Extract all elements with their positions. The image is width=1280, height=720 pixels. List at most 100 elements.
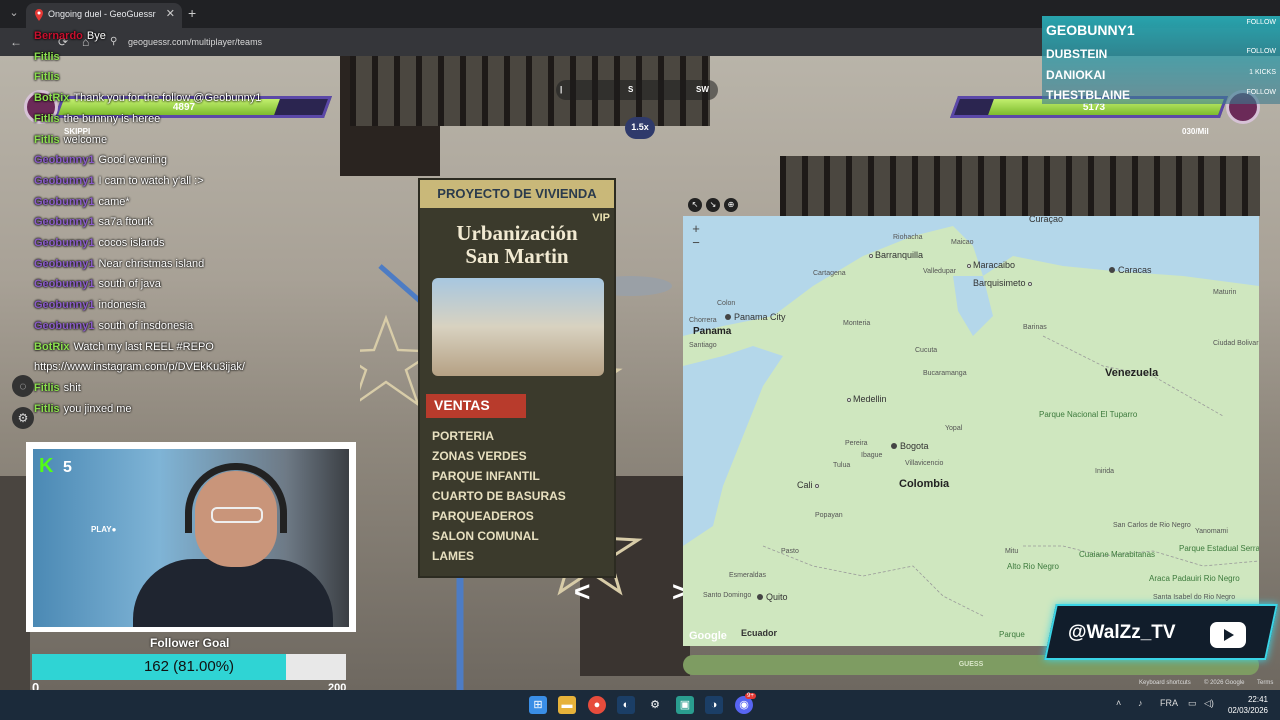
channel-handle: @WalZz_TV [1068, 622, 1176, 643]
back-arrow-icon[interactable]: ← [10, 35, 22, 49]
chat-text: came* [98, 195, 130, 208]
chat-message: Fitlis [34, 51, 64, 63]
follower-goal-text: 162 (81.00%) [143, 658, 235, 675]
keyboard-shortcuts-link[interactable]: Keyboard shortcuts [1139, 680, 1191, 686]
network-icon[interactable]: ▭ [1188, 698, 1197, 709]
map-label: Pereira [845, 440, 868, 447]
map-label: Ciudad Bolivar [1213, 340, 1259, 347]
url-text[interactable]: geoguessr.com/multiplayer/teams [128, 37, 262, 47]
balcony-railing [780, 156, 1260, 216]
map-label: Santa Isabel do Rio Negro [1153, 594, 1236, 601]
follower-tag: FOLLOW [1246, 89, 1276, 96]
map-label-text: Bogota [900, 441, 929, 451]
recent-follows-panel: GEOBUNNY1 FOLLOW DUBSTEIN FOLLOW DANIOKA… [1042, 16, 1280, 104]
map-label: Panama [693, 326, 732, 337]
map-label-text: Barranquilla [875, 250, 924, 260]
banner-item: PARQUE INFANTIL [432, 469, 540, 483]
volume-icon[interactable]: ◁) [1204, 698, 1214, 709]
steam-icon[interactable]: ◐ [617, 696, 635, 714]
chat-message: BotRix Thank you for the follow @Geobunny… [34, 92, 261, 104]
map-zoom-out-icon[interactable]: − [689, 236, 703, 250]
chat-text: south of java [98, 278, 161, 291]
map-label: Mitu [1005, 548, 1019, 555]
settings-icon[interactable]: ⚙ [12, 407, 34, 429]
screen: ⌄ Ongoing duel - GeoGuessr ✕ + ← ⟳ ⌂ ⚲ g… [0, 0, 1280, 720]
taskbar: ⊞ ▬ ● ◐ ⚙ ▣ ◑ ◉ 9+ ˄ ♪ FRA ▭ ◁) 22:41 02… [0, 690, 1280, 720]
guess-map[interactable]: + − Curaçao Riohacha Maicao Barranquilla… [683, 216, 1259, 646]
chat-text: shit [63, 381, 81, 394]
map-label: Tulua [833, 462, 851, 469]
map-label: Maicao [951, 239, 974, 246]
map-enlarge-icon[interactable]: ↖ [688, 198, 702, 212]
app-icon[interactable]: ▣ [676, 696, 694, 714]
start-icon[interactable]: ⊞ [529, 696, 547, 714]
chat-text: sa7a ftourk [98, 216, 153, 229]
steam-alt-icon[interactable]: ◑ [705, 696, 723, 714]
glasses [211, 507, 263, 523]
chair-brand: PLAY● [91, 525, 117, 534]
map-copyright: © 2026 Google [1204, 680, 1245, 686]
map-label: Colombia [899, 478, 950, 490]
file-explorer-icon[interactable]: ▬ [558, 696, 576, 714]
map-label: Cucuta [915, 347, 938, 354]
google-logo: Google [689, 630, 727, 642]
chat-username: Bernardo [34, 30, 83, 42]
map-label: Santiago [689, 342, 717, 349]
settings-gear-icon[interactable]: ⚙ [646, 696, 664, 714]
browser-tab[interactable]: Ongoing duel - GeoGuessr ✕ [26, 3, 182, 28]
map-label: Cali [797, 480, 821, 490]
compass: | S SW [556, 80, 718, 100]
move-arrow-left-icon[interactable]: < [574, 576, 590, 608]
chat-text: Near christmas island [98, 257, 205, 270]
site-info-icon[interactable]: ⚲ [110, 36, 117, 47]
map-label: Bogota [891, 441, 929, 451]
map-label: Pasto [781, 548, 799, 555]
follower-tag: 1 KICKS [1249, 69, 1276, 76]
mic-icon[interactable]: ♪ [1138, 698, 1143, 708]
map-pin-icon[interactable]: ⊕ [724, 198, 738, 212]
chat-text: south of insdonesia [98, 319, 194, 332]
chat-username: Geobunny1 [34, 154, 95, 167]
chat-text: cocos islands [98, 237, 165, 249]
map-zoom-in-icon[interactable]: + [689, 222, 703, 236]
chat-username: Geobunny1 [34, 174, 95, 187]
map-label: Valledupar [923, 268, 956, 275]
map-shrink-icon[interactable]: ↘ [706, 198, 720, 212]
tray-up-icon[interactable]: ˄ [1116, 698, 1121, 708]
chat-username: Geobunny1 [34, 216, 95, 229]
chat-message: Geobunny1 Near christmas island [34, 258, 204, 270]
chat-message: https://www.instagram.com/p/DVEkKu3ijak/ [34, 361, 245, 373]
chat-message: Fitlis the bunnny is herее [34, 113, 160, 125]
chat-message: Geobunny1 Good evening [34, 154, 167, 166]
new-tab-icon[interactable]: + [188, 5, 196, 21]
kick-logo: K [39, 455, 54, 477]
chrome-icon[interactable]: ● [588, 696, 606, 714]
clock-date: 02/03/2026 [1227, 706, 1268, 715]
banner-item: SALON COMUNAL [432, 529, 539, 543]
tab-close-icon[interactable]: ✕ [166, 7, 175, 20]
terms-link[interactable]: Terms [1257, 680, 1273, 686]
map-label: Bucaramanga [923, 370, 967, 377]
chat-message: BotRix Watch my last REEL #REPO [34, 341, 214, 353]
chat-bubble-icon[interactable]: ◌ [12, 375, 34, 397]
chat-username: Geobunny1 [34, 195, 95, 208]
right-player-name: 030/Mil [1182, 127, 1209, 136]
compass-tick-icon: | [560, 85, 563, 94]
chat-text: the bunnny is herее [63, 112, 161, 125]
banner-photo [432, 278, 604, 376]
chat-text: Bye [86, 30, 106, 42]
follower-name: THESTBLAINE [1046, 88, 1130, 102]
banner-title-line-1: Urbanización [456, 221, 578, 245]
map-label: Colon [717, 300, 736, 307]
map-label: Cartagena [813, 270, 846, 277]
chat-text: welcome [63, 133, 108, 146]
map-label: Araca Padauiri Rio Negro [1149, 574, 1240, 583]
map-label: Curaçao [1029, 216, 1064, 224]
chat-text: indonesia [98, 299, 146, 312]
tab-search-icon[interactable]: ⌄ [6, 6, 22, 22]
clock[interactable]: 22:41 02/03/2026 [1228, 694, 1268, 716]
map-label: Medellin [847, 394, 887, 404]
chat-username: Geobunny1 [34, 278, 95, 291]
map-label: Quito [757, 592, 788, 602]
keyboard-language[interactable]: FRA [1160, 698, 1178, 708]
